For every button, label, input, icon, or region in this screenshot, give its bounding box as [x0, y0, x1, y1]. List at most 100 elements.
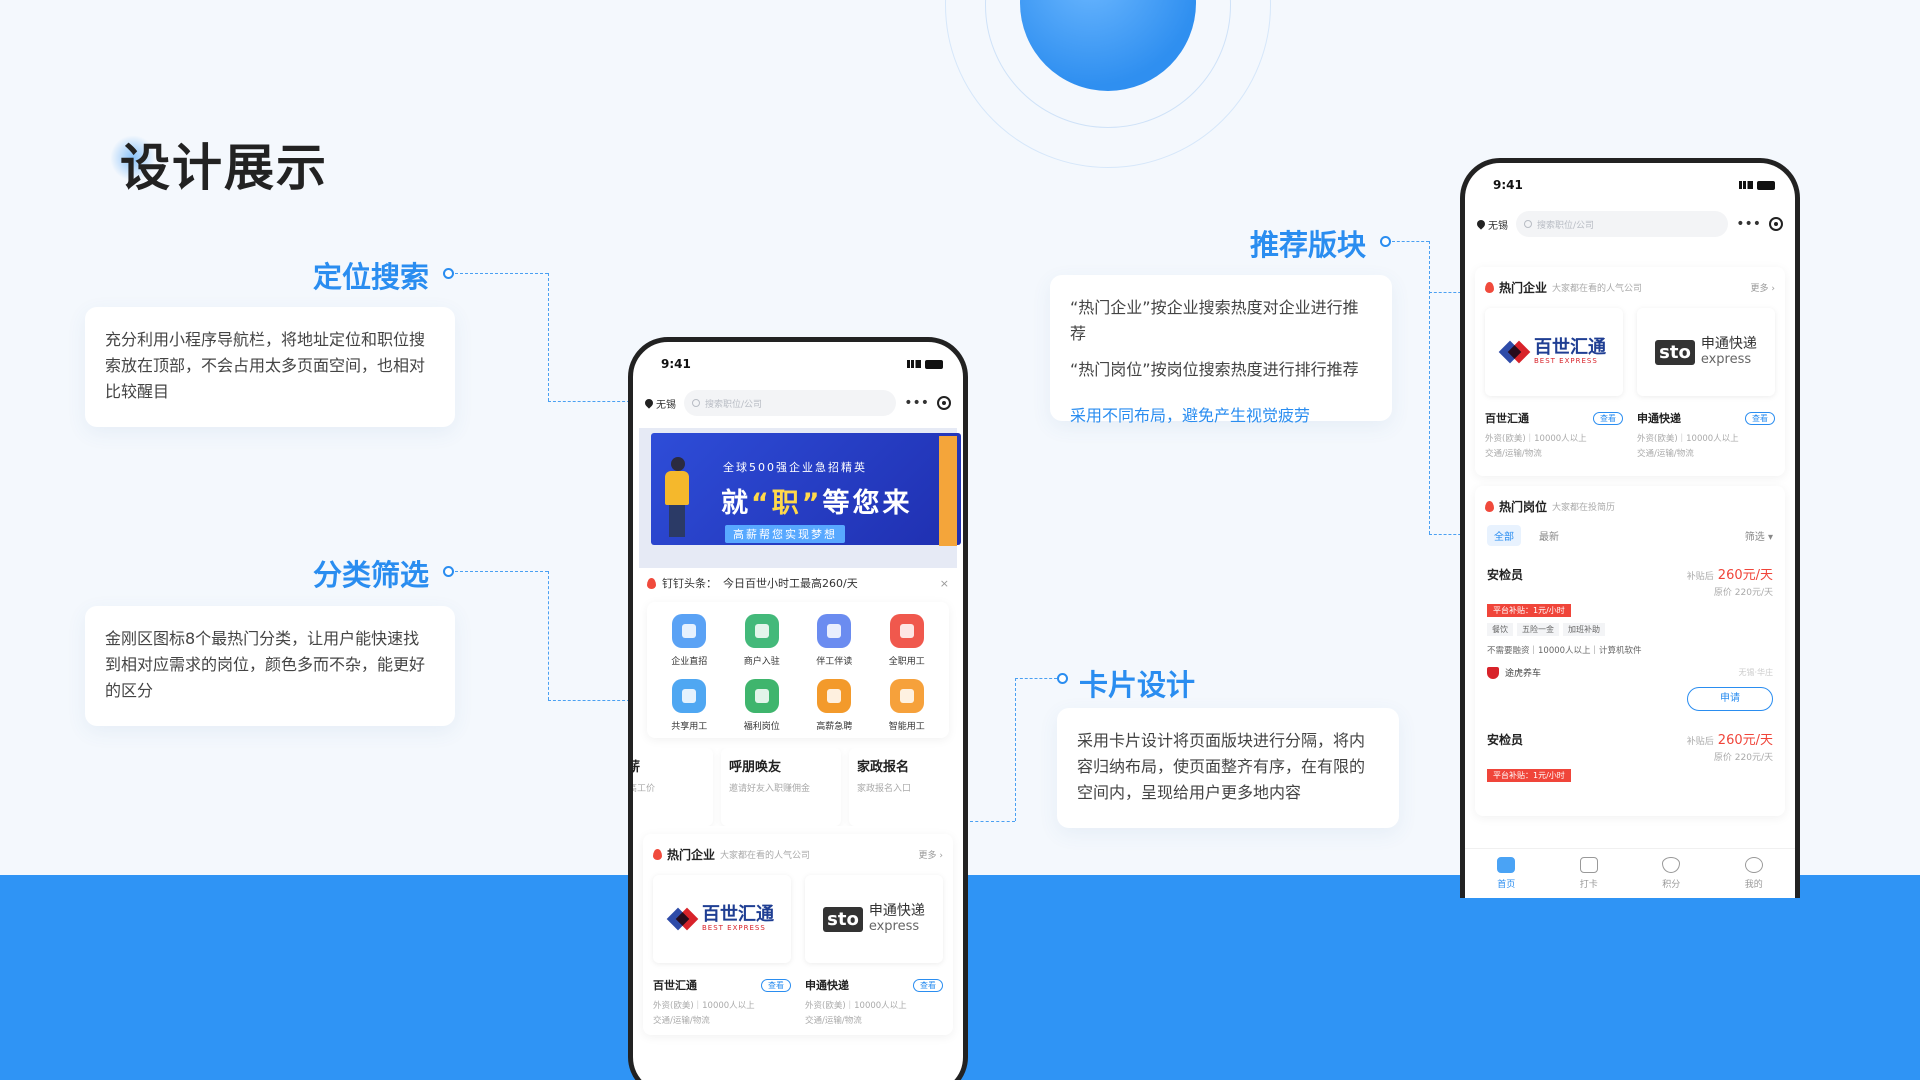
promo-subtitle: 成功拿高工价	[628, 784, 656, 794]
category-item[interactable]: 高薪急聘	[798, 679, 871, 732]
search-placeholder: 搜索职位/公司	[1537, 220, 1595, 231]
promo-subtitle: 邀请好友入职赚佣金	[729, 784, 811, 794]
job-tag: 五险一金	[1517, 623, 1559, 636]
filter-dropdown[interactable]: 筛选 ▾	[1745, 528, 1773, 543]
company-meta: 外资(欧美)｜10000人以上 交通/运输/物流	[1637, 434, 1739, 459]
company-card[interactable]: sto 申通快递 express 申通快递 查看 外资(欧美)｜10000人以上 交通…	[1637, 308, 1775, 462]
label-category-filter: 分类筛选	[313, 558, 430, 592]
banner-carousel[interactable]: 全球500强企业急招精英 就“职”等您来 高薪帮您实现梦想	[639, 428, 961, 568]
category-item[interactable]: 企业直招	[653, 614, 726, 667]
tab-all[interactable]: 全部	[1487, 525, 1521, 546]
status-bar: 9:41	[1465, 163, 1795, 207]
company-name-row: 百世汇通 查看	[653, 977, 791, 993]
apply-button[interactable]: 申请	[1687, 687, 1773, 711]
status-time: 9:41	[661, 357, 691, 371]
category-item[interactable]: 共享用工	[653, 679, 726, 732]
category-item[interactable]: 商户入驻	[726, 614, 799, 667]
search-input[interactable]: 搜索职位/公司	[1516, 211, 1729, 237]
battery-icon	[1757, 180, 1775, 190]
desc-line-1: “热门企业”按企业搜索热度对企业进行推荐	[1070, 298, 1359, 343]
company-card[interactable]: 百世汇通 BEST EXPRESS 百世汇通 查看 外资(欧美)｜10000人以上交…	[653, 875, 791, 1029]
more-link[interactable]: 更多 ›	[1751, 281, 1775, 294]
search-input[interactable]: 搜索职位/公司	[684, 390, 897, 416]
signal-icon	[907, 360, 921, 368]
subsidy-tag: 平台补贴：1元/小时	[1487, 604, 1571, 617]
desc-line-3: 采用不同布局，避免产生视觉疲劳	[1070, 406, 1311, 425]
tab-checkin[interactable]: 打卡	[1548, 849, 1631, 898]
ticker-prefix: 钉钉头条：	[662, 577, 717, 590]
more-link[interactable]: 更多 ›	[919, 848, 943, 861]
tab-newest[interactable]: 最新	[1539, 528, 1559, 543]
hot-companies-header: 热门企业 大家都在看的人气公司 更多 ›	[643, 834, 953, 869]
location-pin-icon	[1475, 218, 1487, 230]
view-button[interactable]: 查看	[1745, 411, 1775, 425]
company-card[interactable]: sto 申通快递 express 申通快递 查看 外资(欧美)｜10000人以上 交通…	[805, 875, 943, 1029]
subsidy-tag: 平台补贴：1元/小时	[1487, 769, 1571, 782]
promo-card[interactable]: 家政报名 家政报名入口	[849, 748, 963, 826]
view-button[interactable]: 查看	[1593, 411, 1623, 425]
company-logo: sto 申通快递 express	[1637, 308, 1775, 396]
connector-line	[1015, 678, 1057, 679]
category-label: 商户入驻	[743, 657, 780, 667]
category-label: 企业直招	[671, 657, 708, 667]
close-target-icon[interactable]	[1769, 217, 1783, 231]
label-location-search: 定位搜索	[313, 260, 430, 294]
company-meta: 外资(欧美)｜10000人以上 交通/运输/物流	[805, 1001, 907, 1026]
sto-logo-icon: sto	[1655, 339, 1695, 365]
checkin-icon	[1579, 857, 1598, 873]
ticker-text: 今日百世小时工最高260/天	[723, 577, 858, 590]
scrolled-strip	[1465, 241, 1795, 259]
company-name-row: 申通快递 查看	[1637, 410, 1775, 426]
promo-title: 家政报名	[857, 760, 910, 775]
location-selector[interactable]: 无锡	[1475, 217, 1508, 232]
company-shield-icon	[1487, 666, 1499, 679]
category-item[interactable]: 福利岗位	[726, 679, 799, 732]
job-tag: 加班补助	[1563, 623, 1605, 636]
promo-card[interactable]: 工赚薪成功拿高工价	[628, 748, 713, 826]
banner-tag: 高薪帮您实现梦想	[725, 525, 845, 543]
view-button[interactable]: 查看	[761, 978, 791, 992]
section-title: 热门企业	[667, 848, 716, 862]
connector-line	[1015, 678, 1016, 821]
view-button[interactable]: 查看	[913, 978, 943, 992]
job-item[interactable]: 安检员 补贴后 260元/天 原价 220元/天 平台补贴：1元/小时 餐饮 五险一…	[1475, 556, 1785, 715]
desc-card-card-design: 采用卡片设计将页面版块进行分隔，将内容归纳布局，使页面整齐有序，在有限的空间内，…	[1057, 708, 1399, 828]
category-item[interactable]: 智能用工	[871, 679, 944, 732]
banner-image: 全球500强企业急招精英 就“职”等您来 高薪帮您实现梦想	[651, 433, 961, 545]
more-dots-icon[interactable]: •••	[1736, 216, 1761, 232]
search-icon	[692, 399, 700, 407]
job-item[interactable]: 安检员 补贴后 260元/天 原价 220元/天 平台补贴：1元/小时	[1475, 715, 1785, 786]
company-card[interactable]: 百世汇通 BEST EXPRESS 百世汇通 查看 外资(欧美)｜10000人以上交…	[1485, 308, 1623, 462]
hot-companies-card: 热门企业 大家都在看的人气公司 更多 › 百世汇通 BEST EXPRESS 百世…	[643, 834, 953, 1035]
nav-bar: 无锡 搜索职位/公司 •••	[1465, 207, 1795, 241]
promo-card[interactable]: 呼朋唤友 邀请好友入职赚佣金	[721, 748, 841, 826]
category-item[interactable]: 全职用工	[871, 614, 944, 667]
banner-figure-illustration	[661, 457, 695, 537]
connector-line	[548, 700, 630, 701]
tab-points[interactable]: 积分	[1630, 849, 1713, 898]
tab-home[interactable]: 首页	[1465, 849, 1548, 898]
close-target-icon[interactable]	[937, 396, 951, 410]
connector-line	[455, 571, 548, 572]
more-dots-icon[interactable]: •••	[904, 395, 929, 411]
connector-line	[548, 401, 630, 402]
promo-title: 工赚薪	[628, 760, 641, 775]
status-icons	[907, 359, 943, 369]
tab-profile[interactable]: 我的	[1713, 849, 1796, 898]
company-meta: 外资(欧美)｜10000人以上 交通/运输/物流	[1485, 434, 1587, 459]
connector-dot	[443, 566, 454, 577]
job-company: 途虎养车 无锡·华庄	[1487, 666, 1773, 679]
job-title: 安检员	[1487, 568, 1524, 582]
points-icon	[1662, 857, 1681, 873]
location-text: 无锡	[656, 399, 676, 411]
news-ticker[interactable]: 钉钉头条： 今日百世小时工最高260/天 ×	[633, 568, 963, 598]
battery-icon	[925, 359, 943, 369]
category-item[interactable]: 伴工伴读	[798, 614, 871, 667]
location-selector[interactable]: 无锡	[643, 396, 676, 411]
label-recommend: 推荐版块	[1250, 228, 1367, 262]
connector-line	[455, 273, 548, 274]
close-icon[interactable]: ×	[940, 577, 949, 590]
company-row: 百世汇通 BEST EXPRESS 百世汇通 查看 外资(欧美)｜10000人以上交…	[1475, 302, 1785, 476]
sto-logo-icon: sto	[823, 906, 863, 932]
flame-icon	[1485, 282, 1494, 293]
